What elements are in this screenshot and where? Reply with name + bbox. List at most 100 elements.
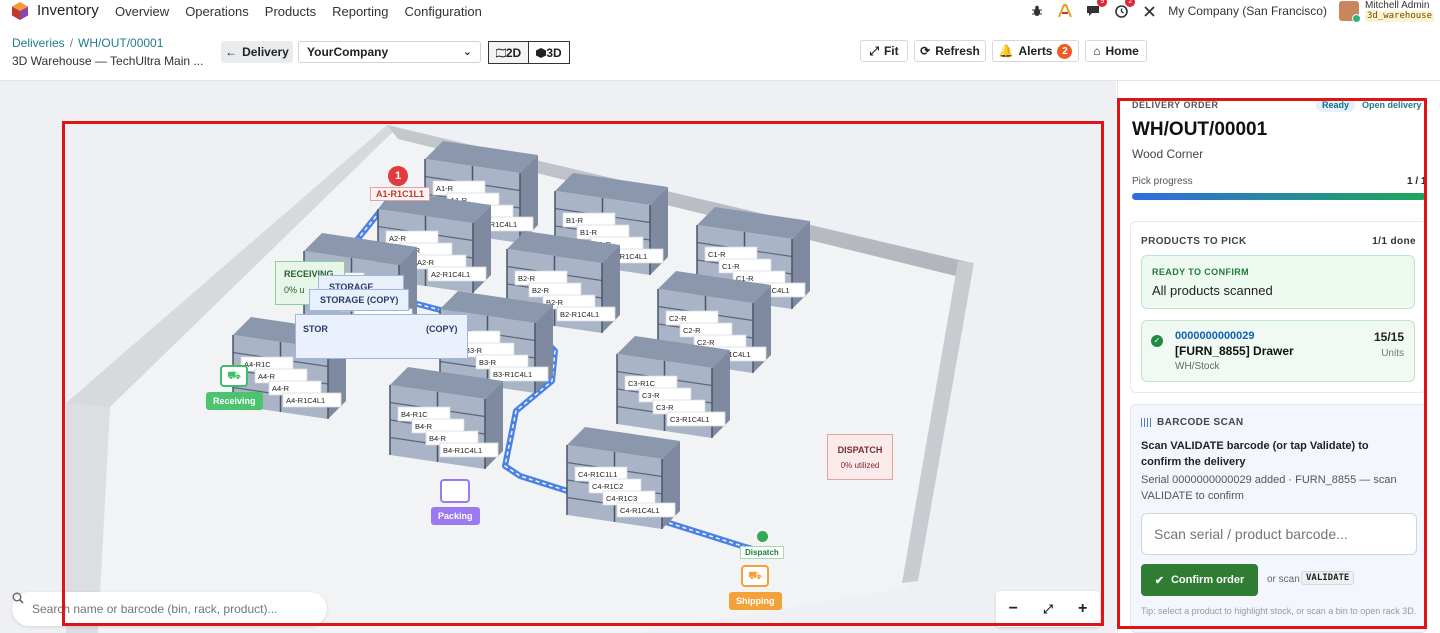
app-title[interactable]: Inventory [37,2,99,19]
activity-badge: 2 [1125,0,1136,7]
bin-tag-8-0: C1-R [708,250,726,259]
systray: 9 2 My Company (San Francisco) Mitchell … [1028,0,1434,23]
product-qty: 15/15 [1373,330,1404,344]
arrow-left-icon: ← [225,45,238,59]
scan-tip: Tip: select a product to highlight stock… [1141,606,1417,616]
menu-configuration[interactable]: Configuration [404,4,481,19]
bin-tag-5-3: B2-R1C4L1 [560,310,599,319]
breadcrumb-deliveries[interactable]: Deliveries [12,36,65,50]
status-badge: Ready [1316,98,1356,112]
view-toggle: 2D 3D [488,41,570,64]
map-icon [495,47,506,58]
pick-progress-fill [1132,193,1426,200]
pick-progress-count: 1 / 1 [1407,176,1427,187]
bell-icon: 🔔 [998,44,1014,58]
menu-reporting[interactable]: Reporting [332,4,388,19]
ready-text: All products scanned [1152,283,1273,298]
bin-tag-11-2: C4-R1C3 [606,494,637,503]
user-name: Mitchell Admin [1364,0,1430,11]
zone-storage-copy-label: STORAGE (COPY) [320,295,399,305]
search-icon [12,592,24,604]
product-line[interactable]: ✓ 0000000000029 [FURN_8855] Drawer WH/St… [1141,320,1415,382]
bin-tag-5-1: B2-R [532,286,550,295]
bin-tag-6-3: B3-R1C4L1 [493,370,532,379]
tools-icon[interactable] [1140,2,1158,20]
bin-tag-7-2: B4-R [429,434,447,443]
scene-search-input[interactable] [32,602,292,616]
ai-icon[interactable] [1056,2,1074,20]
fit-button[interactable]: ⤢ Fit [860,40,908,62]
truck-icon: ⛟ [220,365,248,387]
view-3d-label: 3D [546,45,562,60]
company-select[interactable]: YourCompany ⌄ [298,41,481,63]
bin-tag-3-1: A4-R [258,372,276,381]
barcode-input[interactable] [1141,513,1417,555]
zone-storage-copy2[interactable]: STOR (COPY) [295,314,468,359]
chat-icon[interactable]: 9 [1084,0,1108,20]
zoom-in-button[interactable]: + [1078,600,1087,618]
breadcrumb-current[interactable]: WH/OUT/00001 [78,36,163,50]
user-avatar[interactable] [1338,1,1361,23]
alerts-button[interactable]: 🔔 Alerts 2 [992,40,1079,62]
shipping-truck-icon: ⛟ [741,565,769,587]
expand-icon: ⤢ [869,43,879,58]
scan-title: BARCODE SCAN [1157,417,1244,428]
delivery-side-panel: DELIVERY ORDER Ready Open delivery WH/OU… [1117,81,1440,633]
zone-storage-copy[interactable]: STORAGE (COPY) [309,289,409,311]
menu-operations[interactable]: Operations [185,4,249,19]
bin-tag-10-1: C3-R [642,391,660,400]
bin-tag-11-1: C4-R1C2 [592,482,623,491]
bin-tag-3-3: A4-R1C4L1 [286,396,325,405]
bug-icon[interactable] [1028,2,1046,20]
scan-heading: Scan VALIDATE barcode (or tap Validate) … [1141,440,1369,468]
pick-marker[interactable]: 1 [388,166,408,186]
company-switcher[interactable]: My Company (San Francisco) [1168,4,1327,18]
refresh-icon: ⟳ [920,44,931,58]
pick-marker-count: 1 [394,170,402,182]
bin-tag-10-3: C3-R1C4L1 [670,415,710,424]
inventory-logo-icon[interactable] [12,2,28,20]
fullscreen-icon[interactable]: ⤢ [1043,602,1053,617]
cube-icon [536,47,547,58]
product-unit: Units [1381,348,1404,359]
confirm-order-label: Confirm order [1170,574,1245,586]
zone-dispatch[interactable]: DISPATCH 0% utilized [827,434,893,480]
products-card: PRODUCTS TO PICK 1/1 done READY TO CONFI… [1130,221,1427,393]
pick-progress-bar [1132,193,1426,200]
product-serial[interactable]: 0000000000029 [1175,330,1255,342]
product-name: [FURN_8855] Drawer [1175,344,1294,358]
pick-bin-label[interactable]: A1-R1C1L1 [370,187,431,201]
bin-tag-0-0: A1-R [436,184,454,193]
check-mark-icon: ✔ [1154,574,1164,587]
page-subtitle: 3D Warehouse — TechUltra Main ... [12,54,204,68]
menu-overview[interactable]: Overview [115,4,169,19]
user-menu[interactable]: Mitchell Admin 3d_warehouse [1364,0,1434,22]
warehouse-3d-canvas[interactable]: A1-R8.1A1-R8.1A1-R8.1A1-R1C4L1A2-R8.1A2-… [0,81,1116,633]
warehouse-3d-scene[interactable]: A1-R8.1A1-R8.1A1-R8.1A1-R1C4L1A2-R8.1A2-… [0,81,1116,633]
confirm-order-button[interactable]: ✔ Confirm order [1141,564,1258,596]
view-3d-button[interactable]: 3D [529,42,569,63]
bin-tag-6-2: B3-R [479,358,497,367]
back-delivery-button[interactable]: ← Delivery [221,41,293,63]
check-icon: ✓ [1151,335,1163,347]
bin-tag-3-2: A4-R [272,384,290,393]
chat-badge: 9 [1097,0,1108,7]
zone-storage-copy2-label: STOR [303,324,328,334]
scene-search-bar [12,592,327,626]
menu-products[interactable]: Products [265,4,316,19]
ready-to-confirm-box: READY TO CONFIRM All products scanned [1141,255,1415,309]
control-panel: Deliveries / WH/OUT/00001 3D Warehouse — T… [0,28,1440,80]
activity-clock-icon[interactable]: 2 [1112,0,1136,20]
zoom-out-button[interactable]: − [1009,600,1018,618]
bin-tag-9-0: C2-R [669,314,687,323]
product-location: WH/Stock [1175,361,1220,372]
back-delivery-label: Delivery [242,45,289,59]
bin-tag-4-0: B1-R [566,216,584,225]
view-2d-button[interactable]: 2D [489,42,529,63]
refresh-button[interactable]: ⟳ Refresh [914,40,986,62]
home-button[interactable]: ⌂ Home [1085,40,1147,62]
delivery-partner: Wood Corner [1132,147,1204,161]
open-delivery-link[interactable]: Open delivery [1362,100,1422,110]
bin-tag-11-3: C4-R1C4L1 [620,506,660,515]
station-receiving-label: Receiving [206,392,263,410]
